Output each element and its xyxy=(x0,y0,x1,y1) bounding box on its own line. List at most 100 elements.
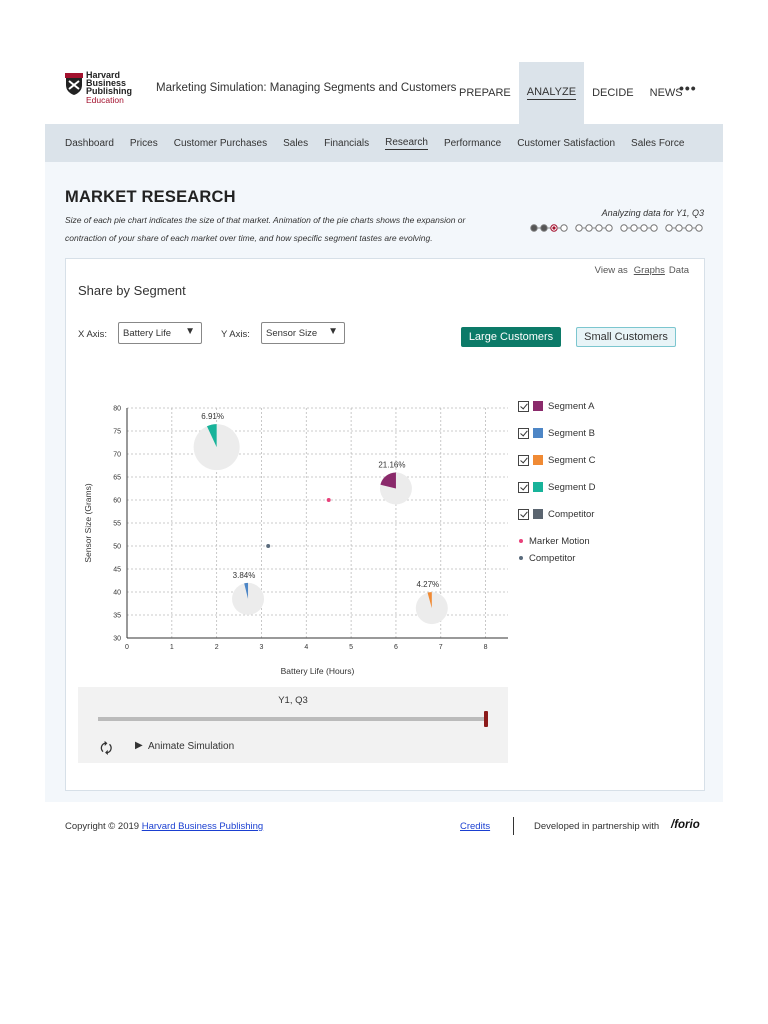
nav-prepare[interactable]: PREPARE xyxy=(451,62,519,124)
legend-swatch xyxy=(533,455,543,465)
period-dot xyxy=(605,224,613,232)
legend-segment-b[interactable]: Segment B xyxy=(518,426,595,440)
subnav-financials[interactable]: Financials xyxy=(324,138,369,149)
nav-label: PREPARE xyxy=(459,87,511,99)
x-tick-label: 2 xyxy=(215,644,219,651)
sub-nav: Dashboard Prices Customer Purchases Sale… xyxy=(45,124,723,162)
subnav-customer-satisfaction[interactable]: Customer Satisfaction xyxy=(517,138,615,149)
subnav-prices[interactable]: Prices xyxy=(130,138,158,149)
x-axis-select-value: Battery Life xyxy=(123,327,172,339)
view-graphs-link[interactable]: Graphs xyxy=(634,265,665,276)
share-data-label: 4.27% xyxy=(416,580,439,589)
footer-divider xyxy=(513,817,514,835)
view-data-link[interactable]: Data xyxy=(669,265,689,276)
x-axis-select[interactable]: Battery Life ▼ xyxy=(118,322,202,344)
x-tick-label: 8 xyxy=(484,644,488,651)
play-icon[interactable]: ▶ xyxy=(135,740,143,751)
y-tick-label: 55 xyxy=(113,521,121,528)
period-progress-dots[interactable] xyxy=(530,223,710,233)
hbp-logo[interactable]: Harvard Business Publishing Education xyxy=(65,71,140,107)
y-axis-select[interactable]: Sensor Size ▼ xyxy=(261,322,345,344)
animate-simulation-label[interactable]: Animate Simulation xyxy=(148,741,234,752)
legend-label: Marker Motion xyxy=(529,535,590,547)
period-dot xyxy=(685,224,693,232)
y-tick-label: 80 xyxy=(113,406,121,413)
y-tick-label: 65 xyxy=(113,475,121,482)
y-axis-label: Sensor Size (Grams) xyxy=(83,483,93,563)
period-dot xyxy=(675,224,683,232)
nav-decide[interactable]: DECIDE xyxy=(584,62,642,124)
app-title: Marketing Simulation: Managing Segments … xyxy=(156,82,457,94)
legend-competitor-point: Competitor xyxy=(518,551,575,565)
subnav-customer-purchases[interactable]: Customer Purchases xyxy=(174,138,267,149)
main-nav: PREPARE ANALYZE DECIDE NEWS xyxy=(451,62,691,124)
checkbox-checked-icon[interactable] xyxy=(518,400,529,412)
replay-icon[interactable]: 🗘 xyxy=(100,738,113,762)
small-customers-button[interactable]: Small Customers xyxy=(576,327,676,347)
y-tick-label: 35 xyxy=(113,613,121,620)
timeline-slider-track[interactable] xyxy=(98,717,486,721)
nav-label: NEWS xyxy=(649,87,683,99)
legend-label: Segment C xyxy=(548,454,596,466)
x-tick-label: 3 xyxy=(260,644,264,651)
legend-label: Competitor xyxy=(529,552,576,564)
x-axis-select-label: X Axis: xyxy=(78,329,108,340)
view-as-toggle: View as Graphs Data xyxy=(595,265,689,276)
large-customers-button[interactable]: Large Customers xyxy=(461,327,561,347)
y-tick-label: 50 xyxy=(113,544,121,551)
x-tick-label: 5 xyxy=(349,644,353,651)
card-title: Share by Segment xyxy=(78,283,186,298)
period-dot xyxy=(530,224,538,232)
copyright: Copyright © 2019 Harvard Business Publis… xyxy=(65,821,263,832)
y-tick-label: 60 xyxy=(113,498,121,505)
legend-label: Competitor xyxy=(548,508,595,520)
forio-logo[interactable]: /forio xyxy=(671,819,700,831)
legend-dot xyxy=(519,539,523,543)
top-header: Harvard Business Publishing Education Ma… xyxy=(45,62,723,124)
scatter-point xyxy=(326,498,331,502)
timeline-slider-handle[interactable] xyxy=(484,711,488,727)
checkbox-checked-icon[interactable] xyxy=(518,427,529,439)
analyzing-label: Analyzing data for Y1, Q3 xyxy=(601,208,704,218)
checkbox-checked-icon[interactable] xyxy=(518,481,529,493)
period-dot xyxy=(585,224,593,232)
legend-segment-d[interactable]: Segment D xyxy=(518,480,596,494)
legend-swatch xyxy=(533,509,543,519)
period-dot xyxy=(640,224,648,232)
legend-segment-c[interactable]: Segment C xyxy=(518,453,596,467)
subnav-research[interactable]: Research xyxy=(385,137,428,150)
x-tick-label: 4 xyxy=(304,644,308,651)
dropdown-arrow-icon: ▼ xyxy=(328,326,338,337)
y-tick-label: 45 xyxy=(113,567,121,574)
period-dot xyxy=(650,224,658,232)
dropdown-arrow-icon: ▼ xyxy=(185,326,195,337)
period-dot xyxy=(620,224,628,232)
y-tick-label: 30 xyxy=(113,636,121,643)
subnav-dashboard[interactable]: Dashboard xyxy=(65,138,114,149)
legend-dot xyxy=(519,556,523,560)
checkbox-checked-icon[interactable] xyxy=(518,454,529,466)
period-dot xyxy=(630,224,638,232)
nav-analyze[interactable]: ANALYZE xyxy=(518,62,585,124)
nav-label: ANALYZE xyxy=(526,86,577,100)
subnav-sales-force[interactable]: Sales Force xyxy=(631,138,684,149)
y-axis-select-label: Y Axis: xyxy=(221,329,250,340)
description-line-1: Size of each pie chart indicates the siz… xyxy=(65,215,466,225)
x-tick-label: 0 xyxy=(125,644,129,651)
footer: Copyright © 2019 Harvard Business Publis… xyxy=(45,802,723,842)
subnav-sales[interactable]: Sales xyxy=(283,138,308,149)
period-dot-current xyxy=(552,226,556,230)
checkbox-checked-icon[interactable] xyxy=(518,508,529,520)
more-menu-icon[interactable]: ••• xyxy=(679,80,697,96)
y-tick-label: 70 xyxy=(113,452,121,459)
credits-link[interactable]: Credits xyxy=(460,821,490,832)
x-tick-label: 7 xyxy=(439,644,443,651)
y-tick-label: 75 xyxy=(113,429,121,436)
developed-with-text: Developed in partnership with xyxy=(534,821,660,832)
nav-label: DECIDE xyxy=(592,87,634,99)
legend-segment-a[interactable]: Segment A xyxy=(518,399,594,413)
hbp-link[interactable]: Harvard Business Publishing xyxy=(142,821,263,832)
legend-competitor[interactable]: Competitor xyxy=(518,507,594,521)
period-dot xyxy=(540,224,548,232)
subnav-performance[interactable]: Performance xyxy=(444,138,501,149)
